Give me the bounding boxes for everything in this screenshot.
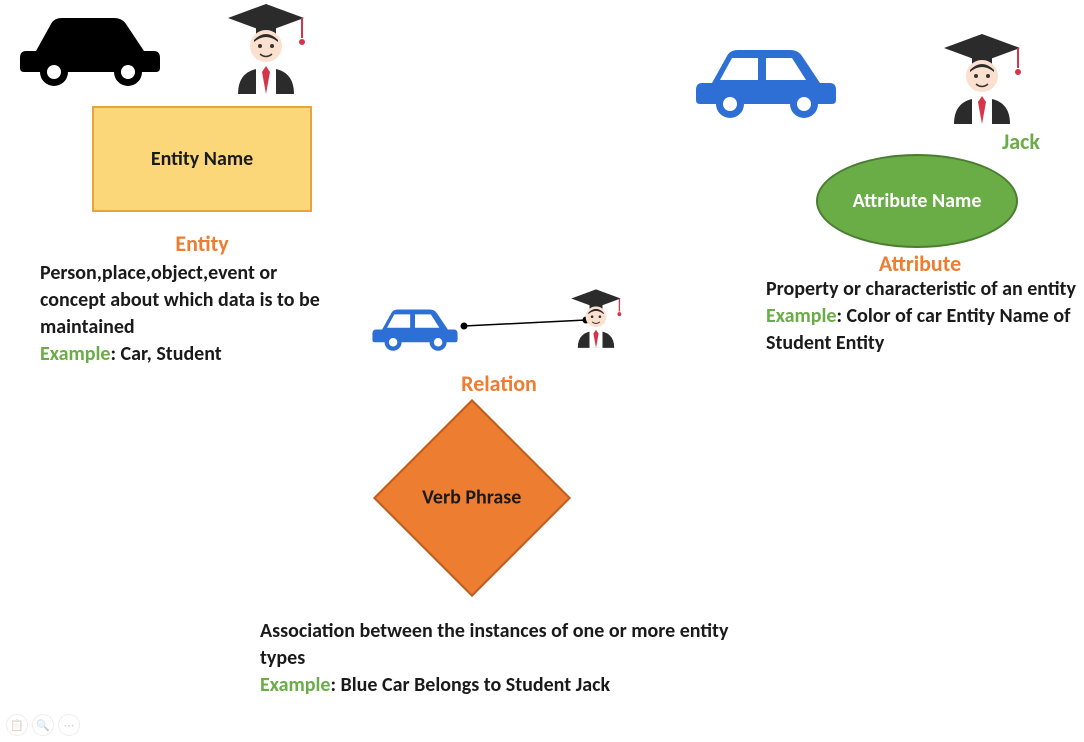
zoom-icon[interactable]: 🔍 (32, 714, 54, 736)
entity-shape-label: Entity Name (151, 147, 253, 171)
student-icon-jack (942, 32, 1022, 132)
relation-example-label: Example (260, 673, 331, 697)
entity-example-label: Example (40, 342, 111, 366)
car-icon-blue (692, 38, 840, 128)
relation-description: Association between the instances of one… (260, 619, 728, 670)
entity-description: Person,place,object,event or concept abo… (40, 261, 320, 339)
relation-shape-label: Verb Phrase (422, 486, 521, 510)
more-icon[interactable]: ⋯ (58, 714, 80, 736)
attribute-description-block: Property or characteristic of an entity … (766, 276, 1076, 357)
entity-shape: Entity Name (92, 106, 312, 212)
relation-shape: Verb Phrase (373, 399, 571, 597)
attribute-shape-label: Attribute Name (853, 189, 982, 213)
relation-description-block: Association between the instances of one… (260, 618, 740, 699)
relation-title: Relation (444, 370, 554, 397)
student-icon (226, 2, 306, 102)
car-icon-blue-small (370, 302, 460, 359)
attribute-shape: Attribute Name (816, 154, 1018, 248)
car-icon-black (16, 6, 164, 96)
entity-example-text: : Car, Student (111, 342, 222, 366)
bottom-toolbar: 📋 🔍 ⋯ (6, 714, 80, 736)
attribute-title: Attribute (860, 250, 980, 277)
student-icon-small (570, 288, 622, 355)
entity-title: Entity (152, 230, 252, 257)
entity-description-block: Person,place,object,event or concept abo… (40, 260, 340, 368)
attribute-description: Property or characteristic of an entity (766, 277, 1076, 301)
attribute-example-label: Example (766, 304, 837, 328)
paste-icon[interactable]: 📋 (6, 714, 28, 736)
relation-example-text: : Blue Car Belongs to Student Jack (331, 673, 611, 697)
jack-label: Jack (1002, 128, 1040, 155)
